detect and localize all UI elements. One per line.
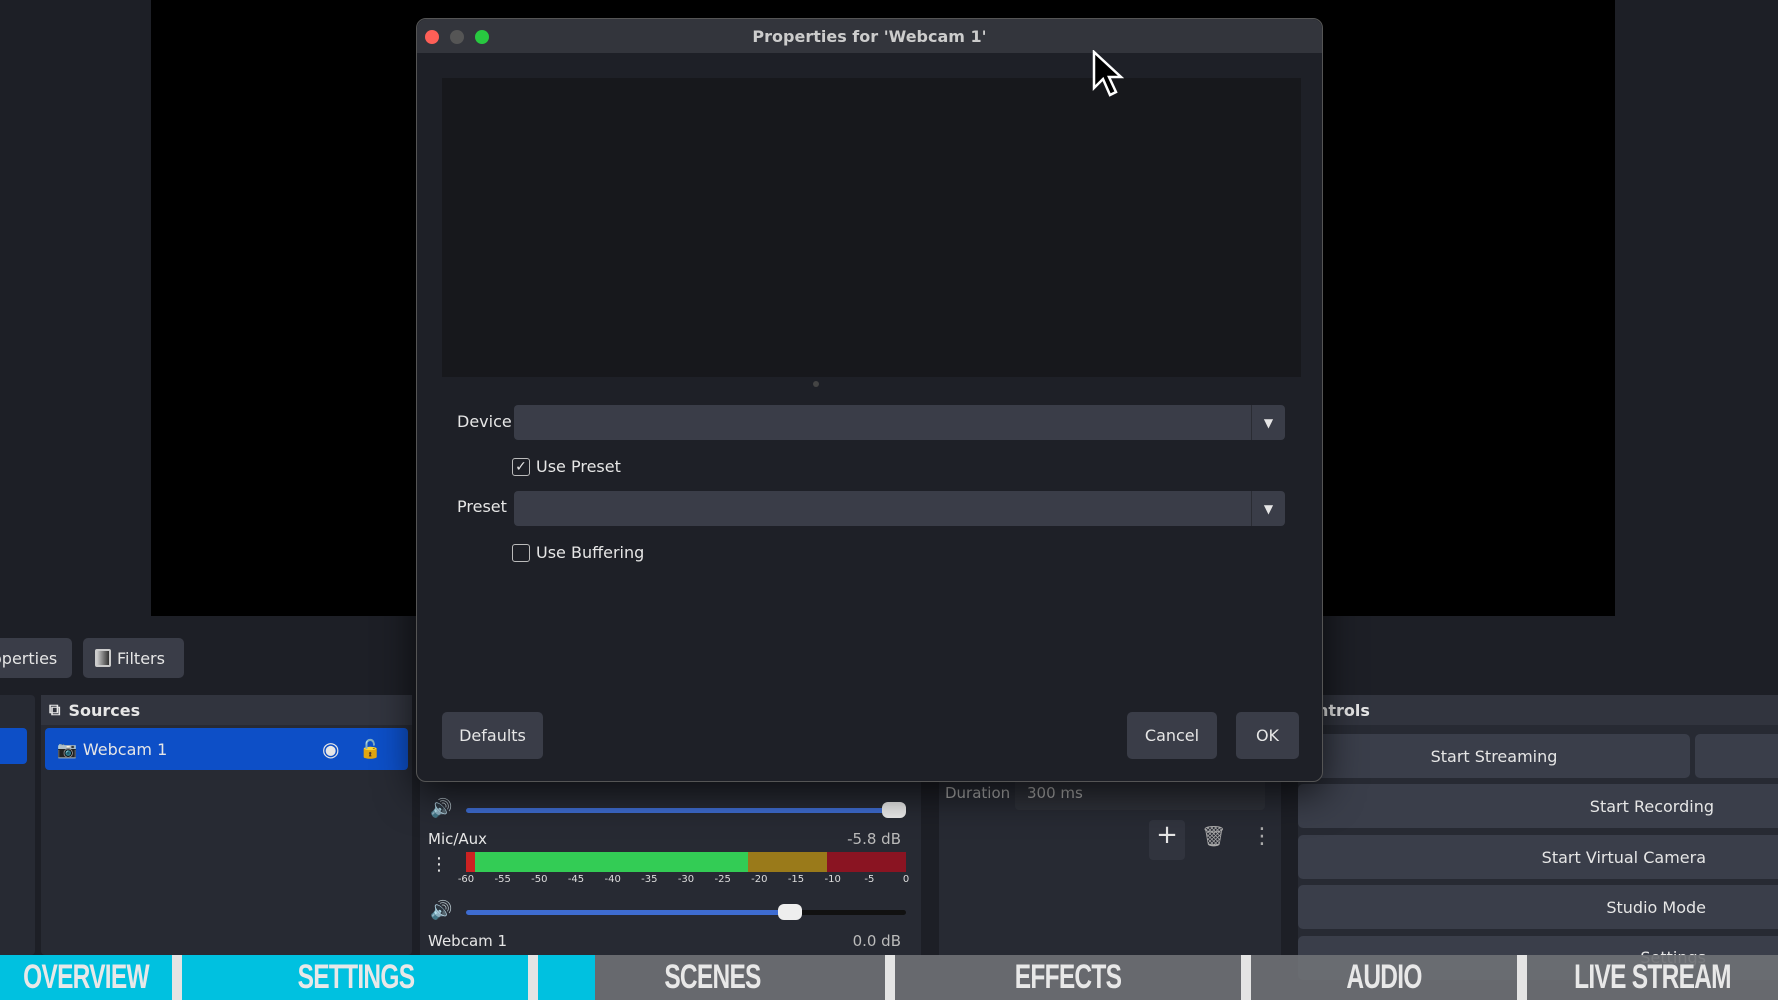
eye-icon[interactable]: ◉: [322, 737, 339, 761]
sources-panel: ⧉ Sources 📷 Webcam 1 ◉ 🔓: [41, 695, 412, 955]
meter-tick-label: -40: [604, 874, 621, 885]
transitions-panel: Duration 300 ms + 🗑 ⋮: [939, 760, 1281, 960]
use-buffering-checkbox[interactable]: Use Buffering: [512, 543, 644, 562]
volume-slider-track1[interactable]: [466, 802, 906, 818]
controls-header: ontrols: [1298, 695, 1778, 725]
start-streaming-button[interactable]: Start Streaming: [1298, 734, 1690, 778]
speaker-icon[interactable]: 🔊: [430, 900, 452, 921]
more-icon[interactable]: ⋮: [1251, 824, 1273, 849]
sources-header: ⧉ Sources: [41, 695, 412, 725]
volume-slider-mic[interactable]: [466, 904, 906, 920]
close-button[interactable]: [425, 30, 439, 44]
mic-aux-label: Mic/Aux: [428, 830, 488, 848]
webcam-preview: [442, 78, 1301, 377]
filters-button[interactable]: Filters: [83, 638, 184, 678]
audio-mixer: 🔊 Mic/Aux -5.8 dB ⋮ -60 -55 -50 -45 -40 -35 -3…: [420, 760, 921, 960]
studio-mode-button[interactable]: Studio Mode: [1298, 885, 1778, 929]
add-icon[interactable]: +: [1149, 820, 1185, 860]
meter-tick-label: -60: [457, 874, 475, 885]
nav-settings[interactable]: SETTINGS: [232, 955, 480, 1000]
filters-label: Filters: [117, 648, 165, 668]
preset-dropdown[interactable]: ▼: [514, 491, 1285, 526]
stream-extra-button[interactable]: [1695, 734, 1778, 778]
start-virtual-camera-button[interactable]: Start Virtual Camera: [1298, 835, 1778, 879]
more-icon[interactable]: ⋮: [430, 854, 448, 875]
meter-tick-label: -55: [494, 874, 511, 885]
nav-effects[interactable]: EFFECTS: [943, 955, 1192, 1000]
ok-button[interactable]: OK: [1236, 712, 1299, 759]
chevron-down-icon: ▼: [1251, 405, 1285, 440]
meter-tick-label: -10: [824, 874, 841, 885]
meter-tick-label: -35: [641, 874, 658, 885]
start-recording-button[interactable]: Start Recording: [1298, 784, 1778, 828]
filters-icon: [95, 649, 111, 667]
minimize-button[interactable]: [450, 30, 464, 44]
mic-aux-db: -5.8 dB: [847, 830, 901, 848]
use-preset-label: Use Preset: [536, 457, 621, 476]
sources-icon: ⧉: [49, 700, 61, 719]
dialog-title: Properties for 'Webcam 1': [752, 26, 987, 46]
nav-live-stream[interactable]: LIVE STREAM: [1562, 955, 1743, 1000]
dialog-titlebar: Properties for 'Webcam 1': [417, 19, 1322, 53]
scenes-panel: [0, 695, 35, 955]
bottom-nav: OVERVIEW SETTINGS SCENES EFFECTS AUDIO L…: [0, 955, 1778, 1000]
trash-icon[interactable]: 🗑: [1201, 824, 1226, 848]
meter-tick-label: -50: [531, 874, 548, 885]
meter-tick-label: -30: [677, 874, 695, 885]
meter-tick-label: -5: [864, 874, 875, 885]
speaker-icon[interactable]: 🔊: [430, 798, 452, 819]
zoom-button[interactable]: [475, 30, 489, 44]
nav-overview[interactable]: OVERVIEW: [23, 955, 149, 1000]
properties-dialog: Properties for 'Webcam 1' Device ▼ ✓ Use …: [416, 18, 1323, 782]
use-buffering-label: Use Buffering: [536, 543, 645, 562]
meter-tick-label: -45: [567, 874, 585, 885]
nav-scenes[interactable]: SCENES: [588, 955, 836, 1000]
controls-panel: ontrols Start Streaming Start Recording …: [1298, 695, 1778, 980]
defaults-button[interactable]: Defaults: [442, 712, 543, 759]
device-label: Device: [457, 412, 512, 431]
source-label: Webcam 1: [82, 739, 168, 759]
meter-tick-label: -15: [787, 874, 805, 885]
properties-label: operties: [0, 648, 58, 668]
cancel-button[interactable]: Cancel: [1127, 712, 1217, 759]
use-preset-checkbox[interactable]: ✓ Use Preset: [512, 457, 621, 476]
meter-scale: -60 -55 -50 -45 -40 -35 -30 -25 -20 -15 -10 -5 0: [458, 874, 910, 888]
device-dropdown[interactable]: ▼: [514, 405, 1285, 440]
webcam-track-db: 0.0 dB: [852, 932, 901, 950]
duration-label: Duration: [945, 784, 1011, 802]
checkbox-checked-icon: ✓: [512, 457, 530, 476]
meter-tick-label: -25: [714, 874, 731, 885]
meter-tick-label: 0: [902, 874, 910, 885]
sources-title: Sources: [68, 700, 141, 720]
chevron-down-icon: ▼: [1251, 491, 1285, 526]
mouse-cursor-icon: [1092, 50, 1125, 97]
scene-item-selected[interactable]: [0, 728, 27, 764]
unlock-icon[interactable]: 🔓: [359, 739, 381, 760]
meter-tick-label: -20: [751, 874, 768, 885]
properties-button[interactable]: operties: [0, 638, 72, 678]
splitter-handle[interactable]: [813, 381, 819, 387]
source-item-webcam[interactable]: 📷 Webcam 1 ◉ 🔓: [45, 728, 408, 770]
mic-aux-meter: [466, 852, 906, 872]
checkbox-unchecked-icon: [512, 543, 530, 562]
preset-label: Preset: [457, 497, 507, 516]
nav-audio[interactable]: AUDIO: [1288, 955, 1480, 1000]
webcam-track-label: Webcam 1: [428, 932, 508, 950]
camera-icon: 📷: [57, 739, 77, 759]
